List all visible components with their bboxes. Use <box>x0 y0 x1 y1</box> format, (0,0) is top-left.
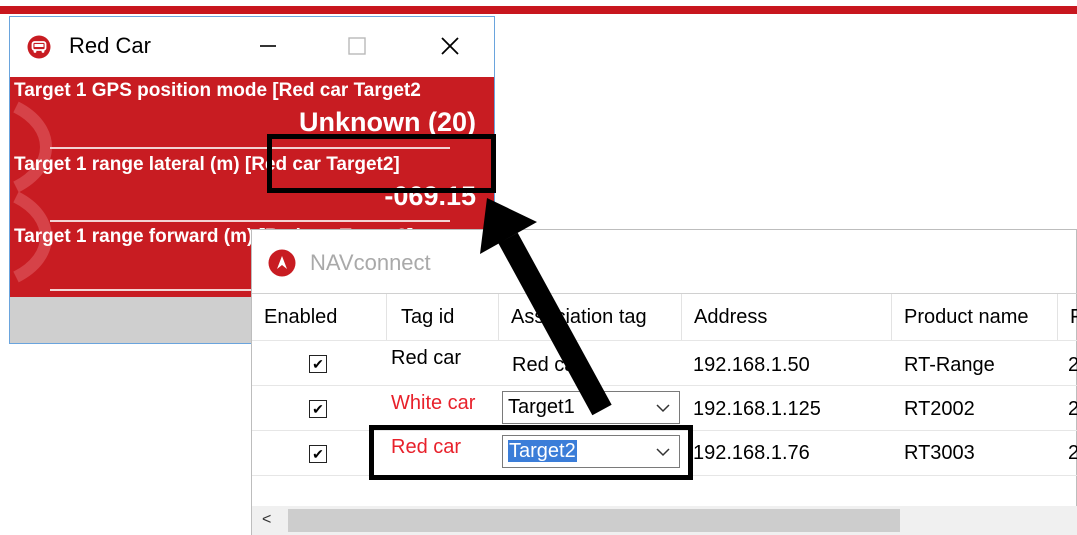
arrow-shaft <box>498 232 612 416</box>
annotation-arrow <box>480 198 612 416</box>
